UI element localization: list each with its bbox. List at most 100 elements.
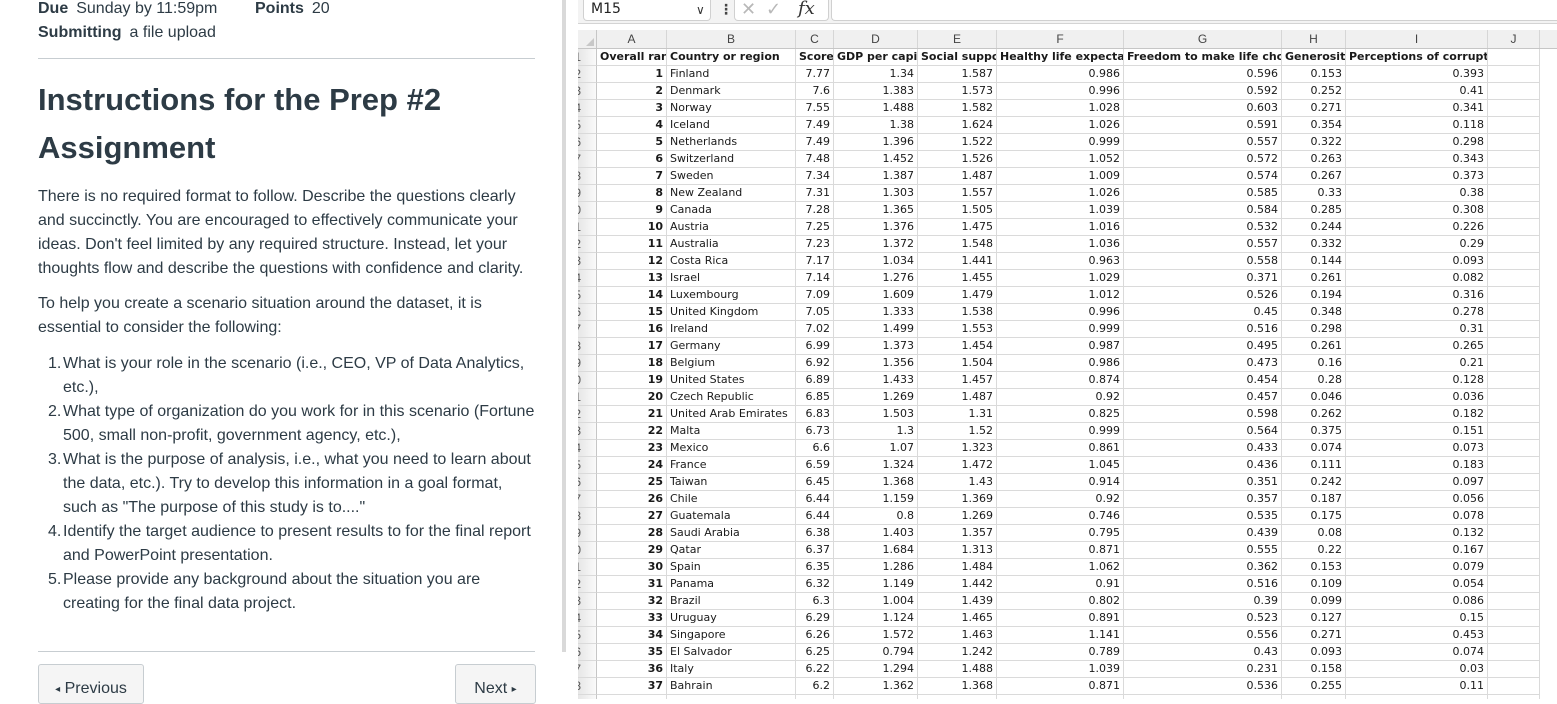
column-header-h[interactable]: H [1282,30,1346,48]
table-cell[interactable]: 6.29 [796,610,834,627]
row-number[interactable]: 18 [578,338,597,355]
table-cell[interactable]: 0.874 [997,372,1124,389]
table-cell[interactable]: 0.271 [1282,100,1346,117]
row-number[interactable]: 26 [578,474,597,491]
table-cell[interactable]: 0.093 [1282,644,1346,661]
row-number[interactable]: 16 [578,304,597,321]
empty-cell[interactable] [1488,134,1540,151]
empty-cell[interactable] [1488,440,1540,457]
country-cell[interactable]: Australia [667,236,796,253]
empty-cell[interactable] [1488,508,1540,525]
row-number[interactable]: 4 [578,100,597,117]
table-cell[interactable]: 1.43 [918,474,997,491]
table-cell[interactable]: 6.25 [796,644,834,661]
table-cell[interactable]: 0.285 [1282,202,1346,219]
table-cell[interactable]: 6.99 [796,338,834,355]
table-cell[interactable]: 0.348 [1282,304,1346,321]
empty-cell[interactable] [1488,304,1540,321]
table-cell[interactable]: 7.49 [796,117,834,134]
country-cell[interactable]: Mexico [667,440,796,457]
empty-cell[interactable] [1488,321,1540,338]
table-cell[interactable]: 7 [597,168,667,185]
empty-cell[interactable] [1488,525,1540,542]
table-cell[interactable]: 1.373 [834,338,918,355]
empty-cell[interactable] [1488,559,1540,576]
table-cell[interactable]: 22 [597,423,667,440]
country-cell[interactable]: United Kingdom [667,304,796,321]
table-cell[interactable]: 0.986 [997,355,1124,372]
table-cell[interactable]: 7.25 [796,219,834,236]
table-cell[interactable]: 1.026 [997,185,1124,202]
table-cell[interactable]: 23 [597,440,667,457]
table-cell[interactable]: 1 [597,66,667,83]
country-cell[interactable]: Switzerland [667,151,796,168]
row-number[interactable]: 32 [578,576,597,593]
column-title[interactable]: Freedom to make life choices [1124,49,1282,66]
country-cell[interactable]: El Salvador [667,644,796,661]
row-number[interactable]: 6 [578,134,597,151]
table-cell[interactable]: 0.343 [1346,151,1488,168]
table-cell[interactable]: 1.029 [997,270,1124,287]
table-cell[interactable]: 1.553 [918,321,997,338]
column-header-c[interactable]: C [796,30,834,48]
table-cell[interactable]: 0.22 [1282,542,1346,559]
table-cell[interactable]: 6.35 [796,559,834,576]
empty-cell[interactable] [997,695,1124,699]
table-cell[interactable]: 15 [597,304,667,321]
table-cell[interactable]: 0.03 [1346,661,1488,678]
table-cell[interactable]: 0.523 [1124,610,1282,627]
table-cell[interactable]: 1.368 [918,678,997,695]
row-number[interactable]: 9 [578,185,597,202]
table-cell[interactable]: 0.439 [1124,525,1282,542]
previous-button[interactable]: ◂ Previous [38,664,144,704]
table-cell[interactable]: 0.046 [1282,389,1346,406]
table-cell[interactable]: 1.624 [918,117,997,134]
empty-cell[interactable] [1488,372,1540,389]
table-cell[interactable]: 1.488 [918,661,997,678]
country-cell[interactable]: Italy [667,661,796,678]
empty-cell[interactable] [1488,644,1540,661]
table-cell[interactable]: 1.487 [918,168,997,185]
row-number[interactable]: 8 [578,168,597,185]
table-cell[interactable]: 1.538 [918,304,997,321]
table-cell[interactable]: 4 [597,117,667,134]
country-cell[interactable]: Qatar [667,542,796,559]
table-cell[interactable]: 1.387 [834,168,918,185]
table-cell[interactable]: 28 [597,525,667,542]
table-cell[interactable]: 1.356 [834,355,918,372]
column-title[interactable]: GDP per capita [834,49,918,66]
name-box[interactable]: M15 ∨ [583,0,711,21]
column-title[interactable]: Country or region [667,49,796,66]
table-cell[interactable]: 1.242 [918,644,997,661]
row-number[interactable]: 34 [578,610,597,627]
table-cell[interactable]: 0.109 [1282,576,1346,593]
row-number[interactable]: 15 [578,287,597,304]
table-cell[interactable]: 0.92 [997,389,1124,406]
table-cell[interactable]: 29 [597,542,667,559]
table-cell[interactable]: 5 [597,134,667,151]
table-cell[interactable]: 0.584 [1124,202,1282,219]
table-cell[interactable]: 6.44 [796,491,834,508]
table-cell[interactable]: 0.167 [1346,542,1488,559]
row-number[interactable]: 31 [578,559,597,576]
table-cell[interactable]: 0.097 [1346,474,1488,491]
table-cell[interactable]: 0.153 [1282,559,1346,576]
table-cell[interactable]: 1.376 [834,219,918,236]
table-cell[interactable]: 0.473 [1124,355,1282,372]
country-cell[interactable]: Austria [667,219,796,236]
table-cell[interactable]: 34 [597,627,667,644]
table-cell[interactable]: 0.271 [1282,627,1346,644]
row-number[interactable]: 22 [578,406,597,423]
table-cell[interactable]: 0.558 [1124,253,1282,270]
table-cell[interactable]: 0.073 [1346,440,1488,457]
formula-input[interactable] [831,0,1557,21]
table-cell[interactable]: 0.11 [1346,678,1488,695]
table-cell[interactable]: 2 [597,83,667,100]
table-cell[interactable]: 7.28 [796,202,834,219]
empty-cell[interactable] [1488,406,1540,423]
empty-cell[interactable] [1488,270,1540,287]
table-cell[interactable]: 0.371 [1124,270,1282,287]
country-cell[interactable]: Saudi Arabia [667,525,796,542]
table-cell[interactable]: 0.261 [1282,270,1346,287]
table-cell[interactable]: 33 [597,610,667,627]
